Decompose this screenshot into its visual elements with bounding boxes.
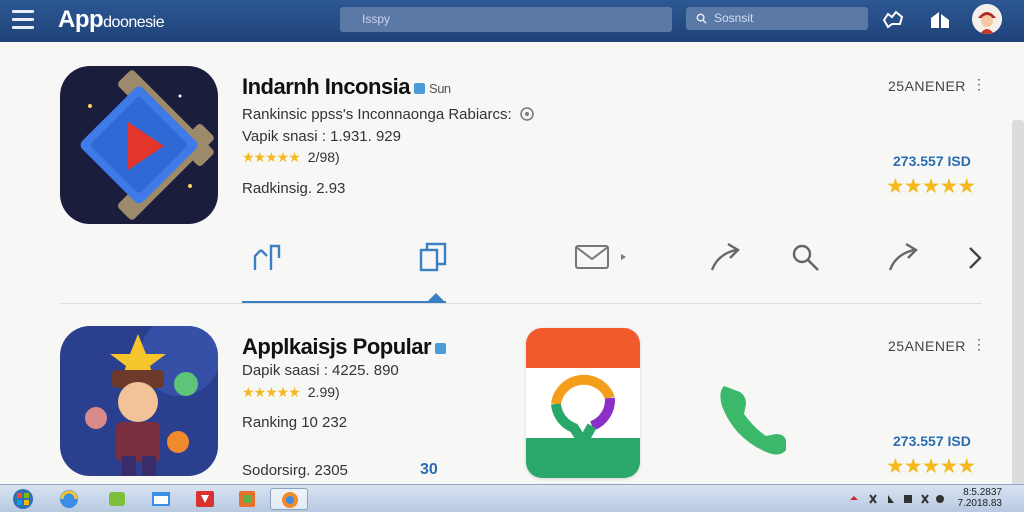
search-icon[interactable] <box>786 238 826 278</box>
sync-icon[interactable] <box>880 8 906 32</box>
rating-stars-large: ★★★★★ <box>886 175 976 198</box>
info-icon[interactable] <box>520 107 534 121</box>
sort-text: Sodorsirg. 2305 <box>242 462 348 479</box>
phone-icon[interactable] <box>714 378 790 460</box>
android-icon <box>109 492 125 506</box>
price-value: 273.557 ISD <box>893 433 971 449</box>
item-title[interactable]: Indarnh Inconsia Sun <box>242 74 451 100</box>
taskbar-android[interactable] <box>98 488 136 510</box>
copy-icon[interactable] <box>413 238 453 278</box>
downloads-text: Dapik saasi : 4225. 890 <box>242 362 399 379</box>
divider <box>60 303 982 304</box>
search-input[interactable]: Sosnsit <box>686 7 868 30</box>
count-link[interactable]: 30 <box>420 461 438 479</box>
forward-icon[interactable] <box>706 238 746 278</box>
share-icon[interactable] <box>247 238 287 278</box>
location-pin-icon <box>526 328 640 478</box>
address-field[interactable]: Isspy <box>340 7 672 32</box>
taskbar-app[interactable] <box>228 488 266 510</box>
more-options-icon[interactable]: ⋮ <box>972 76 986 93</box>
active-tab-indicator <box>242 301 446 303</box>
verified-badge-icon <box>414 82 426 94</box>
hero-game-logo-icon <box>60 326 218 476</box>
downloads-text: Vapik snasi : 1.931. 929 <box>242 128 401 145</box>
firefox-icon <box>282 492 298 508</box>
status-label: 25ANENER <box>888 78 966 94</box>
avatar[interactable] <box>972 4 1002 34</box>
next-icon[interactable] <box>958 238 998 278</box>
ranking-text: Ranking 10 232 <box>242 414 348 431</box>
tab-caret-icon <box>427 293 445 302</box>
taskbar-explorer[interactable] <box>142 488 180 510</box>
app-icon <box>239 491 255 507</box>
top-bar: Appdoonesie Isspy Sosnsit <box>0 0 1024 42</box>
browser-icon <box>60 490 78 508</box>
windows-logo-icon <box>13 489 33 509</box>
app-title: Appdoonesie <box>58 6 165 33</box>
item-title[interactable]: Applkaisjs Popular <box>242 334 447 360</box>
maps-app-icon[interactable] <box>526 328 640 478</box>
dropdown-arrow-icon[interactable] <box>618 252 628 262</box>
shield-icon <box>196 491 214 507</box>
price-value: 273.557 ISD <box>893 153 971 169</box>
rating-stars-large: ★★★★★ <box>886 455 976 478</box>
send-icon[interactable] <box>884 238 924 278</box>
search-icon <box>696 13 707 24</box>
rating-stars: ★★★★★ 2/98) <box>242 149 340 165</box>
taskbar-shield[interactable] <box>186 488 224 510</box>
rating-stars: ★★★★★ 2.99) <box>242 384 340 400</box>
more-options-icon[interactable]: ⋮ <box>972 336 986 353</box>
item-subtitle: Rankinsic ppss's Inconnaonga Rabiarcs: <box>242 106 534 123</box>
app-icon-game[interactable] <box>60 66 218 224</box>
home-icon[interactable] <box>928 8 952 32</box>
window-icon <box>152 492 170 506</box>
clock[interactable]: 8:5.2837 7.2018.83 <box>958 487 1003 509</box>
game-logo-icon <box>60 66 218 224</box>
system-tray-icons[interactable] <box>848 492 944 506</box>
mail-icon[interactable] <box>574 238 614 278</box>
scrollbar[interactable] <box>1012 120 1024 485</box>
taskbar-browser[interactable] <box>50 488 88 510</box>
verified-badge-icon <box>435 342 447 354</box>
ranking-text: Radkinsig. 2.93 <box>242 180 346 197</box>
status-label: 25ANENER <box>888 338 966 354</box>
search-placeholder: Sosnsit <box>714 11 754 25</box>
taskbar-firefox[interactable] <box>270 488 308 510</box>
start-button[interactable] <box>4 488 42 510</box>
app-icon-hero[interactable] <box>60 326 218 476</box>
taskbar: 8:5.2837 7.2018.83 <box>0 484 1024 512</box>
menu-icon[interactable] <box>12 10 34 30</box>
